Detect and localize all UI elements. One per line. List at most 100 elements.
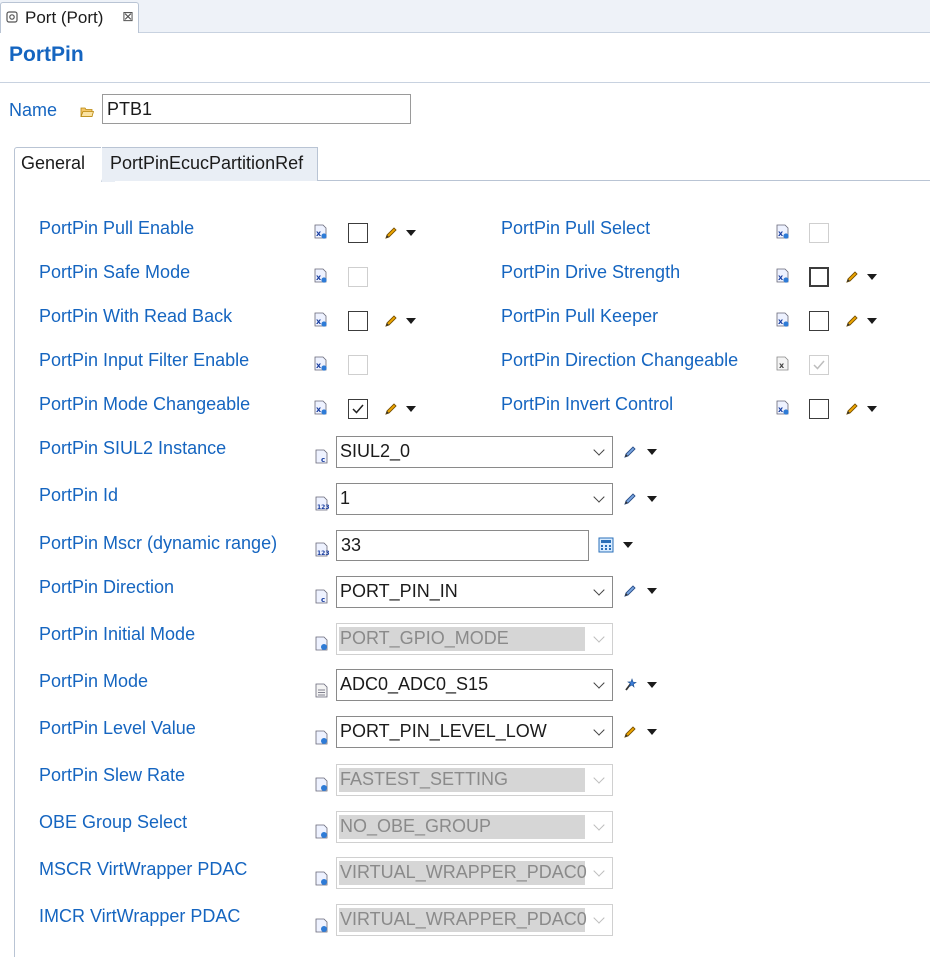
pull-select-checkbox <box>809 223 829 243</box>
tab-general[interactable]: General <box>14 147 115 182</box>
editor-tab-strip: Port (Port) ⊠ <box>0 0 930 33</box>
pencil-icon[interactable] <box>622 444 638 460</box>
param-type-icon <box>315 636 328 651</box>
chevron-down-icon <box>593 444 605 456</box>
param-type-icon: x <box>776 312 789 327</box>
mscr-virtwrapper-value: VIRTUAL_WRAPPER_PDAC0 <box>340 862 587 882</box>
param-type-icon <box>315 918 328 933</box>
chevron-down-icon[interactable] <box>647 682 657 688</box>
section-tab-bar: General PortPinEcucPartitionRef <box>14 147 930 182</box>
param-type-icon <box>315 683 328 698</box>
param-type-icon: x <box>776 224 789 239</box>
param-label-direction-changeable: PortPin Direction Changeable <box>501 350 739 370</box>
chevron-down-icon[interactable] <box>406 230 416 236</box>
svg-text:c: c <box>321 596 325 604</box>
obe-group-select: NO_OBE_GROUP <box>336 811 613 843</box>
param-type-icon: c <box>315 449 328 464</box>
folder-icon <box>80 107 94 117</box>
pull-enable-checkbox[interactable] <box>348 223 368 243</box>
param-type-icon: x <box>776 400 789 415</box>
close-icon[interactable]: ⊠ <box>122 9 134 25</box>
param-label-obe-group: OBE Group Select <box>39 812 188 832</box>
chevron-down-icon[interactable] <box>647 449 657 455</box>
chevron-down-icon <box>593 631 605 643</box>
mode-changeable-checkbox[interactable] <box>348 399 368 419</box>
pencil-icon[interactable] <box>622 491 638 507</box>
param-label-safe-mode: PortPin Safe Mode <box>39 262 191 282</box>
panel-border <box>14 181 15 957</box>
param-label-pull-keeper: PortPin Pull Keeper <box>501 306 659 326</box>
wizard-icon[interactable] <box>622 677 638 693</box>
input-filter-checkbox <box>348 355 368 375</box>
svg-text:x: x <box>779 361 785 370</box>
slew-rate-value: FASTEST_SETTING <box>340 769 509 789</box>
svg-text:x: x <box>316 361 322 370</box>
portpin-id-select[interactable]: 1 <box>336 483 613 515</box>
chevron-down-icon[interactable] <box>647 588 657 594</box>
param-label-direction: PortPin Direction <box>39 577 175 597</box>
title-divider <box>0 82 930 83</box>
chevron-down-icon[interactable] <box>867 318 877 324</box>
svg-text:x: x <box>316 405 322 414</box>
chevron-down-icon <box>593 772 605 784</box>
chevron-down-icon[interactable] <box>647 496 657 502</box>
param-type-icon <box>315 730 328 745</box>
param-type-icon <box>315 871 328 886</box>
param-type-icon: x <box>314 400 327 415</box>
chevron-down-icon[interactable] <box>623 542 633 548</box>
chevron-down-icon <box>593 819 605 831</box>
param-type-icon: x <box>314 224 327 239</box>
initial-mode-value: PORT_GPIO_MODE <box>340 628 509 648</box>
read-back-checkbox[interactable] <box>348 311 368 331</box>
svg-text:x: x <box>778 317 784 326</box>
imcr-virtwrapper-value: VIRTUAL_WRAPPER_PDAC0 <box>340 909 587 929</box>
invert-control-checkbox[interactable] <box>809 399 829 419</box>
chevron-down-icon[interactable] <box>406 318 416 324</box>
chevron-down-icon[interactable] <box>647 729 657 735</box>
chevron-down-icon <box>593 584 605 596</box>
param-label-drive-strength: PortPin Drive Strength <box>501 262 681 282</box>
direction-select[interactable]: PORT_PIN_IN <box>336 576 613 608</box>
param-label-mode-changeable: PortPin Mode Changeable <box>39 394 251 414</box>
chevron-down-icon <box>593 491 605 503</box>
pencil-icon[interactable] <box>383 401 399 417</box>
pencil-icon[interactable] <box>844 269 860 285</box>
param-type-icon: x <box>314 268 327 283</box>
pencil-icon[interactable] <box>844 401 860 417</box>
pencil-icon[interactable] <box>844 313 860 329</box>
param-label-read-back: PortPin With Read Back <box>39 306 233 326</box>
chevron-down-icon[interactable] <box>406 406 416 412</box>
param-type-icon <box>315 777 328 792</box>
siul2-instance-select[interactable]: SIUL2_0 <box>336 436 613 468</box>
pull-keeper-checkbox[interactable] <box>809 311 829 331</box>
mscr-virtwrapper-select: VIRTUAL_WRAPPER_PDAC0 <box>336 857 613 889</box>
pencil-icon[interactable] <box>383 225 399 241</box>
imcr-virtwrapper-select: VIRTUAL_WRAPPER_PDAC0 <box>336 904 613 936</box>
mode-select[interactable]: ADC0_ADC0_S15 <box>336 669 613 701</box>
param-label-input-filter: PortPin Input Filter Enable <box>39 350 250 370</box>
editor-tab-label: Port (Port) <box>25 8 104 27</box>
param-type-icon: x <box>314 356 327 371</box>
level-value-select[interactable]: PORT_PIN_LEVEL_LOW <box>336 716 613 748</box>
pencil-icon[interactable] <box>383 313 399 329</box>
pencil-icon[interactable] <box>622 583 638 599</box>
chevron-down-icon[interactable] <box>867 274 877 280</box>
svg-text:x: x <box>778 405 784 414</box>
tab-portpin-ecuc-partition-ref[interactable]: PortPinEcucPartitionRef <box>102 147 318 181</box>
param-type-icon <box>315 824 328 839</box>
mscr-input[interactable]: 33 <box>336 530 589 561</box>
pencil-icon[interactable] <box>622 724 638 740</box>
param-label-mscr-virtwrapper: MSCR VirtWrapper PDAC <box>39 859 248 879</box>
safe-mode-checkbox <box>348 267 368 287</box>
chevron-down-icon <box>593 677 605 689</box>
chevron-down-icon[interactable] <box>867 406 877 412</box>
param-label-siul2-instance: PortPin SIUL2 Instance <box>39 438 227 458</box>
param-type-icon: x <box>776 356 789 371</box>
calculator-icon[interactable] <box>598 537 614 553</box>
editor-tab-port[interactable]: Port (Port) ⊠ <box>0 2 139 33</box>
name-input[interactable] <box>102 94 411 124</box>
svg-text:x: x <box>316 273 322 282</box>
drive-strength-checkbox[interactable] <box>809 267 829 287</box>
param-label-mscr: PortPin Mscr (dynamic range) <box>39 533 278 553</box>
portpin-id-value: 1 <box>340 488 351 508</box>
